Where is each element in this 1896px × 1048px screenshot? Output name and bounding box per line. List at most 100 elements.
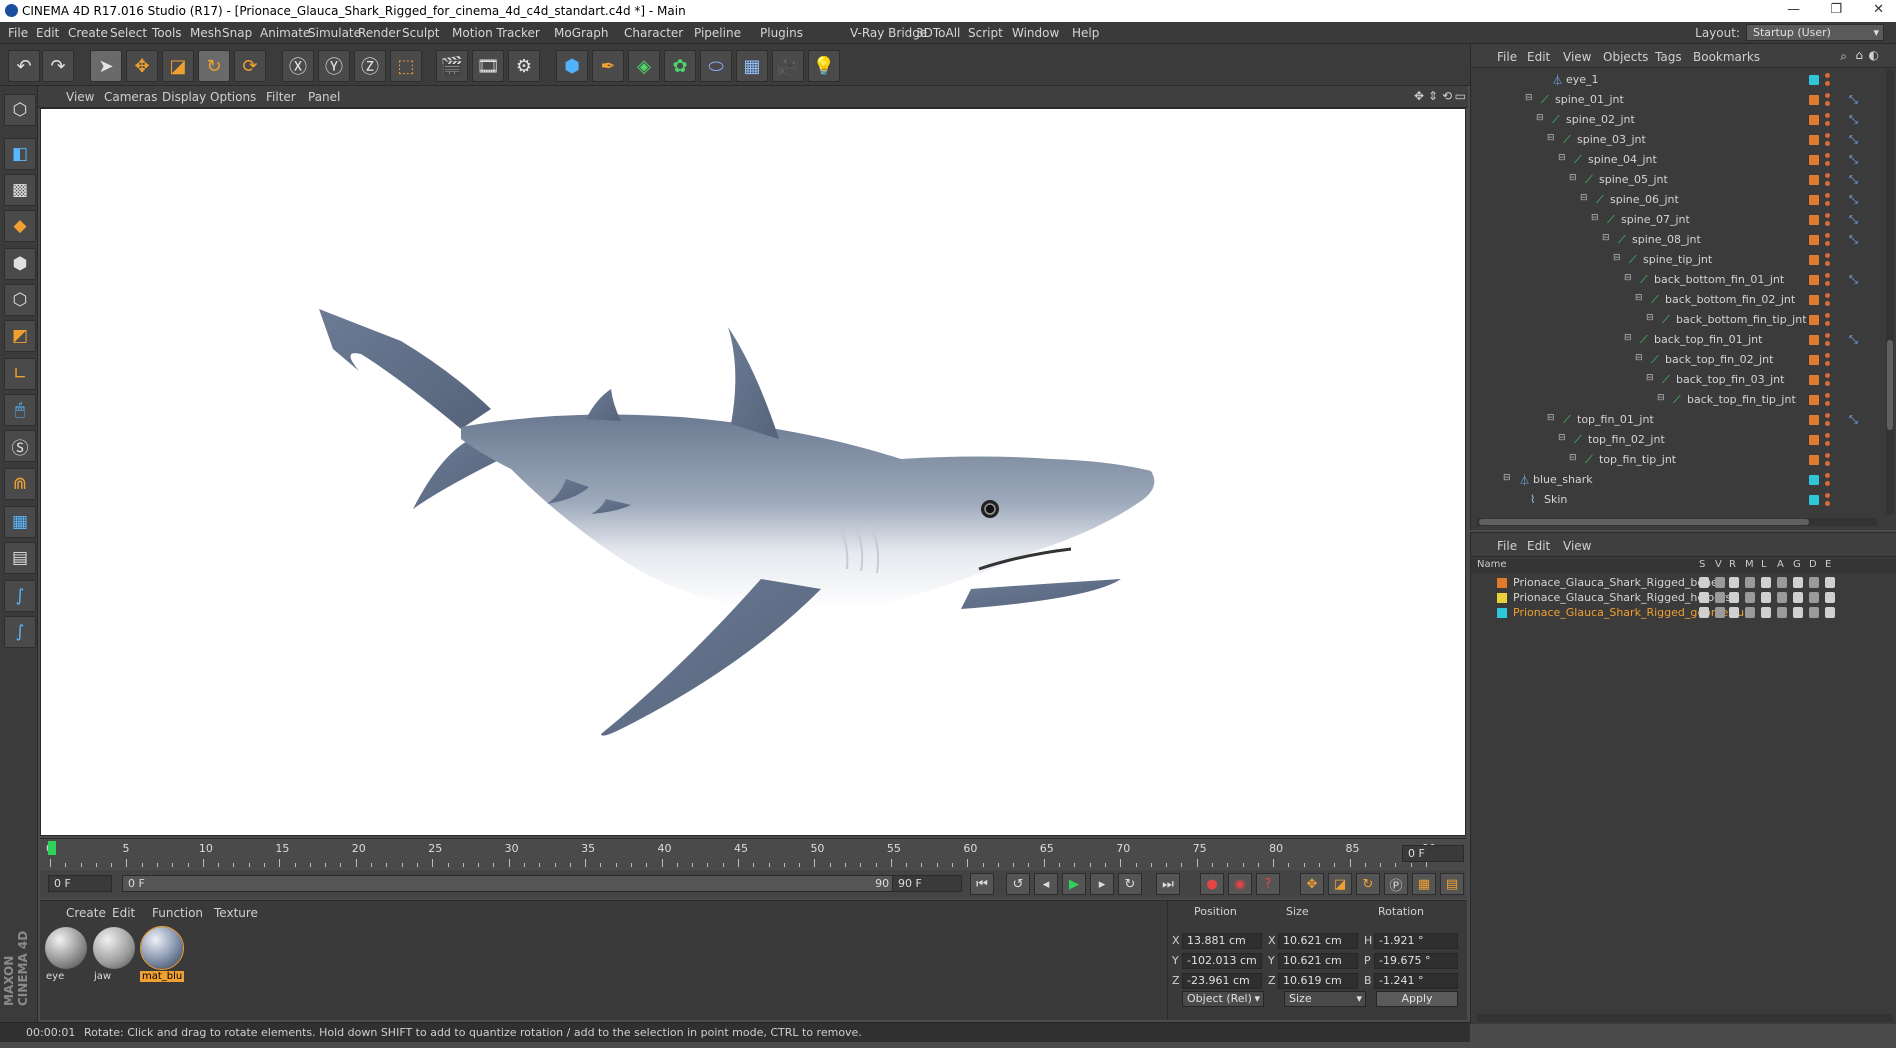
layer-toggle-5[interactable]	[1777, 592, 1787, 603]
visibility-editor-dot[interactable]	[1825, 493, 1830, 498]
rotation-b-field[interactable]: -1.241 °	[1374, 973, 1458, 989]
cube-object-button[interactable]: ⬢	[556, 50, 588, 82]
menu-item-plugins[interactable]: Plugins	[760, 26, 803, 40]
light-button[interactable]: 💡	[808, 50, 840, 82]
tree-row-spine_08_jnt[interactable]: ⊟ ⟋ spine_08_jnt ⤡	[1471, 230, 1883, 250]
visibility-render-dot[interactable]	[1825, 381, 1830, 386]
layer-toggle-5[interactable]	[1777, 577, 1787, 588]
tree-row-back_bottom_fin_02_jnt[interactable]: ⊟ ⟋ back_bottom_fin_02_jnt	[1471, 290, 1883, 310]
layer-toggle-4[interactable]	[1761, 607, 1771, 618]
recent-tool-button[interactable]: ⟳	[234, 50, 266, 82]
rotation-h-field[interactable]: -1.921 °	[1374, 933, 1458, 949]
layer-column-header[interactable]: L	[1761, 559, 1767, 570]
snap-button[interactable]: Ⓢ	[4, 430, 36, 462]
layer-toggle-7[interactable]	[1809, 607, 1819, 618]
3d-viewport[interactable]	[40, 108, 1466, 836]
prev-frame-button[interactable]: ◂	[1034, 873, 1058, 895]
rotate-tool-button[interactable]: ↻	[198, 50, 230, 82]
restore-icon[interactable]: ❐	[1830, 2, 1842, 17]
layer-toggle-8[interactable]	[1825, 607, 1835, 618]
layer-toggle-3[interactable]	[1745, 592, 1755, 603]
edges-mode-button[interactable]: ⬡	[4, 284, 36, 316]
visibility-editor-dot[interactable]	[1825, 93, 1830, 98]
minimize-icon[interactable]: —	[1787, 2, 1800, 17]
material-menu-function[interactable]: Function	[152, 906, 203, 920]
layer-color-tag[interactable]	[1809, 75, 1819, 85]
object-menu-edit[interactable]: Edit	[1527, 50, 1550, 64]
visibility-render-dot[interactable]	[1825, 181, 1830, 186]
ik-tag-icon[interactable]: ⤡	[1849, 213, 1858, 227]
timeline-button[interactable]: ▤	[1440, 873, 1464, 895]
play-button[interactable]: ▶	[1062, 873, 1086, 895]
workplane-grid-alt-button[interactable]: ▤	[4, 542, 36, 574]
ik-tag-icon[interactable]: ⤡	[1849, 413, 1858, 427]
coordinate-mode-select[interactable]: Object (Rel) ▾	[1182, 991, 1264, 1007]
layer-toggle-7[interactable]	[1809, 592, 1819, 603]
menu-item-motion-tracker[interactable]: Motion Tracker	[452, 26, 540, 40]
tree-row-spine_05_jnt[interactable]: ⊟ ⟋ spine_05_jnt ⤡	[1471, 170, 1883, 190]
tweak-mode-button[interactable]: 🖱	[4, 394, 36, 426]
size-z-field[interactable]: 10.619 cm	[1278, 973, 1358, 989]
fold-toggle-icon[interactable]: ⊟	[1569, 453, 1577, 463]
ik-tag-icon[interactable]: ⤡	[1849, 93, 1858, 107]
visibility-editor-dot[interactable]	[1825, 433, 1830, 438]
redo-button[interactable]: ↷	[42, 50, 74, 82]
layer-toggle-1[interactable]	[1715, 592, 1725, 603]
fold-toggle-icon[interactable]: ⊟	[1646, 373, 1654, 383]
x-axis-button[interactable]: Ⓧ	[282, 50, 314, 82]
model-mode-button[interactable]: ◧	[4, 138, 36, 170]
layer-color-tag[interactable]	[1809, 355, 1819, 365]
tree-row-back_top_fin_tip_jnt[interactable]: ⊟ ⟋ back_top_fin_tip_jnt	[1471, 390, 1883, 410]
menu-item-snap[interactable]: Snap	[222, 26, 252, 40]
menu-item-mesh[interactable]: Mesh	[190, 26, 222, 40]
layer-column-header[interactable]: V	[1715, 559, 1722, 570]
fold-toggle-icon[interactable]: ⊟	[1547, 133, 1555, 143]
tree-row-spine_07_jnt[interactable]: ⊟ ⟋ spine_07_jnt ⤡	[1471, 210, 1883, 230]
position-y-field[interactable]: -102.013 cm	[1182, 953, 1262, 969]
layer-toggle-0[interactable]	[1699, 592, 1709, 603]
layer-scrollbar-h[interactable]	[1477, 1014, 1893, 1022]
layer-toggle-4[interactable]	[1761, 592, 1771, 603]
fold-toggle-icon[interactable]: ⊟	[1536, 113, 1544, 123]
render-settings-button[interactable]: ⚙	[508, 50, 540, 82]
layer-column-header[interactable]: D	[1809, 559, 1817, 570]
layer-toggle-4[interactable]	[1761, 577, 1771, 588]
fold-toggle-icon[interactable]: ⊟	[1591, 213, 1599, 223]
layer-color-tag[interactable]	[1809, 495, 1819, 505]
python-script-button[interactable]: ∫	[4, 580, 36, 612]
menu-item-help[interactable]: Help	[1072, 26, 1099, 40]
visibility-render-dot[interactable]	[1825, 341, 1830, 346]
spline-pen-button[interactable]: ✒	[592, 50, 624, 82]
viewport-menu-cameras[interactable]: Cameras	[104, 90, 157, 104]
prev-key-button[interactable]: ↺	[1006, 873, 1030, 895]
visibility-editor-dot[interactable]	[1825, 73, 1830, 78]
position-z-field[interactable]: -23.961 cm	[1182, 973, 1262, 989]
tree-row-top_fin_tip_jnt[interactable]: ⊟ ⟋ top_fin_tip_jnt	[1471, 450, 1883, 470]
object-menu-tags[interactable]: Tags	[1655, 50, 1682, 64]
fold-toggle-icon[interactable]: ⊟	[1558, 433, 1566, 443]
coordinate-system-button[interactable]: ⬚	[390, 50, 422, 82]
layer-color-tag[interactable]	[1809, 135, 1819, 145]
layer-color-tag[interactable]	[1809, 315, 1819, 325]
tree-row-blue_shark[interactable]: ⊟ ⏃ blue_shark	[1471, 470, 1883, 490]
visibility-render-dot[interactable]	[1825, 201, 1830, 206]
layer-color-tag[interactable]	[1809, 475, 1819, 485]
viewport-menu-filter[interactable]: Filter	[266, 90, 296, 104]
layer-toggle-2[interactable]	[1729, 592, 1739, 603]
menu-item-file[interactable]: File	[8, 26, 28, 40]
visibility-editor-dot[interactable]	[1825, 353, 1830, 358]
layer-column-header[interactable]: G	[1793, 559, 1801, 570]
fold-toggle-icon[interactable]: ⊟	[1569, 173, 1577, 183]
layer-toggle-6[interactable]	[1793, 592, 1803, 603]
menu-item-animate[interactable]: Animate	[260, 26, 310, 40]
fold-toggle-icon[interactable]: ⊟	[1580, 193, 1588, 203]
layer-color-tag[interactable]	[1809, 375, 1819, 385]
render-view-button[interactable]: 🎬	[436, 50, 468, 82]
home-icon[interactable]: ⌂	[1855, 48, 1863, 62]
layer-toggle-8[interactable]	[1825, 577, 1835, 588]
visibility-editor-dot[interactable]	[1825, 293, 1830, 298]
layer-row[interactable]: Prionace_Glauca_Shark_Rigged_geometru	[1471, 605, 1896, 620]
end-frame-field[interactable]: 90 F	[892, 875, 962, 892]
close-icon[interactable]: ✕	[1873, 2, 1884, 17]
tree-row-back_top_fin_02_jnt[interactable]: ⊟ ⟋ back_top_fin_02_jnt	[1471, 350, 1883, 370]
